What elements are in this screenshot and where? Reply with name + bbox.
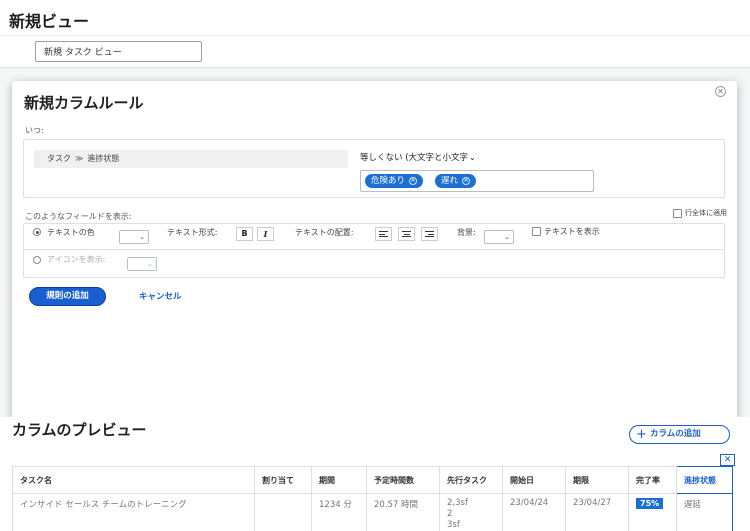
page-title: 新規ビュー — [9, 12, 90, 31]
column-header[interactable]: 期間 — [311, 466, 367, 494]
cell-status: 遅延 — [676, 493, 733, 531]
predecessor: 2,3sf — [447, 498, 468, 508]
remove-column-icon[interactable]: ✕ — [720, 454, 735, 466]
cell-start-date: 23/04/24 — [502, 493, 566, 531]
column-header[interactable]: タスク名 — [12, 466, 255, 494]
predecessor: 2 — [447, 509, 453, 519]
column-header[interactable]: 予定時間数 — [366, 466, 440, 494]
text-color-label: テキストの色 — [47, 228, 95, 237]
view-name-row — [0, 36, 750, 68]
bold-button[interactable]: B — [236, 227, 253, 241]
icon-select[interactable]: ⌄ — [127, 257, 157, 271]
entire-row-option[interactable]: 行全体に適用 — [673, 208, 727, 218]
cell-duration: 1234 分 — [311, 493, 367, 531]
entire-row-label: 行全体に適用 — [685, 209, 727, 217]
background-label: 背景: — [457, 228, 476, 237]
value-pill-label: 危険あり — [371, 176, 406, 186]
show-text-label: テキストを表示 — [544, 227, 600, 236]
when-label: いつ: — [25, 126, 44, 135]
column-header[interactable]: 期限 — [565, 466, 629, 494]
field-separator: ≫ — [75, 154, 84, 163]
field-name: 進捗状態 — [87, 154, 120, 163]
plus-icon: + — [636, 427, 647, 442]
modal-title: 新規カラムルール — [24, 94, 144, 112]
page-header: 新規ビュー — [0, 0, 750, 36]
add-column-label: カラムの追加 — [650, 429, 701, 439]
add-rule-button[interactable]: 規則の追加 — [29, 287, 106, 306]
column-header[interactable]: 完了率 — [628, 466, 677, 494]
value-pill[interactable]: 遅れ ✕ — [435, 174, 477, 188]
entire-row-checkbox[interactable] — [673, 208, 682, 218]
preview-title: カラムのプレビュー — [12, 421, 147, 439]
remove-value-icon[interactable]: ✕ — [462, 177, 471, 185]
cell-task-name: インサイド セールス チームのトレーニング — [12, 493, 255, 531]
align-left-icon[interactable] — [375, 227, 392, 241]
field-object: タスク — [47, 154, 71, 163]
condition-box: タスク ≫ 進捗状態 等しくない (大文字と小文字⌄ 危険あり ✕ 遅れ ✕ — [23, 139, 725, 198]
background-select[interactable]: ⌄ — [484, 230, 514, 244]
value-pill[interactable]: 危険あり ✕ — [365, 174, 424, 188]
text-format-row: テキストの色 ⌄ テキスト形式: B I テキストの配置: 背景: ⌄ テキスト… — [24, 224, 724, 250]
remove-value-icon[interactable]: ✕ — [409, 177, 418, 185]
text-align-label: テキストの配置: — [295, 228, 354, 237]
operator-select[interactable]: 等しくない (大文字と小文字⌄ — [360, 151, 476, 165]
cell-due-date: 23/04/27 — [565, 493, 629, 531]
cancel-button[interactable]: キャンセル — [139, 290, 182, 302]
add-column-button[interactable]: + カラムの追加 — [629, 425, 730, 444]
column-header-selected[interactable]: 進捗状態 — [676, 466, 733, 494]
cell-percent-complete: 75% — [628, 493, 677, 531]
cell-planned-hours: 20.57 時間 — [366, 493, 440, 531]
chevron-down-icon: ⌄ — [469, 153, 476, 162]
predecessor: 3sf — [447, 520, 460, 530]
condition-field[interactable]: タスク ≫ 進捗状態 — [34, 150, 348, 168]
column-preview: カラムのプレビュー + カラムの追加 ✕ タスク名 割り当て 期間 予定時間数 先… — [0, 417, 750, 531]
text-color-radio[interactable] — [33, 228, 41, 236]
percent-complete-badge: 75% — [636, 498, 664, 509]
format-box: テキストの色 ⌄ テキスト形式: B I テキストの配置: 背景: ⌄ テキスト… — [23, 223, 725, 278]
close-icon[interactable]: ✕ — [715, 86, 726, 97]
align-right-icon[interactable] — [421, 227, 438, 241]
show-icon-label: アイコンを表示: — [47, 255, 106, 264]
value-input[interactable]: 危険あり ✕ 遅れ ✕ — [360, 170, 594, 192]
align-center-icon[interactable] — [398, 227, 415, 241]
show-text-checkbox[interactable] — [532, 227, 541, 236]
column-header[interactable]: 先行タスク — [439, 466, 503, 494]
table-row: インサイド セールス チームのトレーニング 1234 分 20.57 時間 2,… — [12, 493, 733, 531]
cell-assigned — [254, 493, 312, 531]
text-color-select[interactable]: ⌄ — [119, 230, 149, 244]
view-name-input[interactable] — [35, 41, 202, 62]
column-rule-modal: 新規カラムルール ✕ いつ: タスク ≫ 進捗状態 等しくない (大文字と小文字⌄ … — [12, 81, 737, 423]
preview-table: タスク名 割り当て 期間 予定時間数 先行タスク 開始日 期限 完了率 進捗状態… — [12, 466, 733, 531]
show-icon-radio[interactable] — [33, 256, 41, 264]
italic-button[interactable]: I — [257, 227, 274, 241]
cell-predecessors: 2,3sf 2 3sf — [439, 493, 503, 531]
fields-label: このようなフィールドを表示: — [25, 212, 132, 221]
column-header[interactable]: 開始日 — [502, 466, 566, 494]
text-style-label: テキスト形式: — [167, 228, 218, 237]
column-header[interactable]: 割り当て — [254, 466, 312, 494]
operator-value: 等しくない (大文字と小文字 — [360, 153, 469, 163]
value-pill-label: 遅れ — [441, 176, 459, 186]
table-header-row: タスク名 割り当て 期間 予定時間数 先行タスク 開始日 期限 完了率 進捗状態 — [12, 466, 733, 494]
